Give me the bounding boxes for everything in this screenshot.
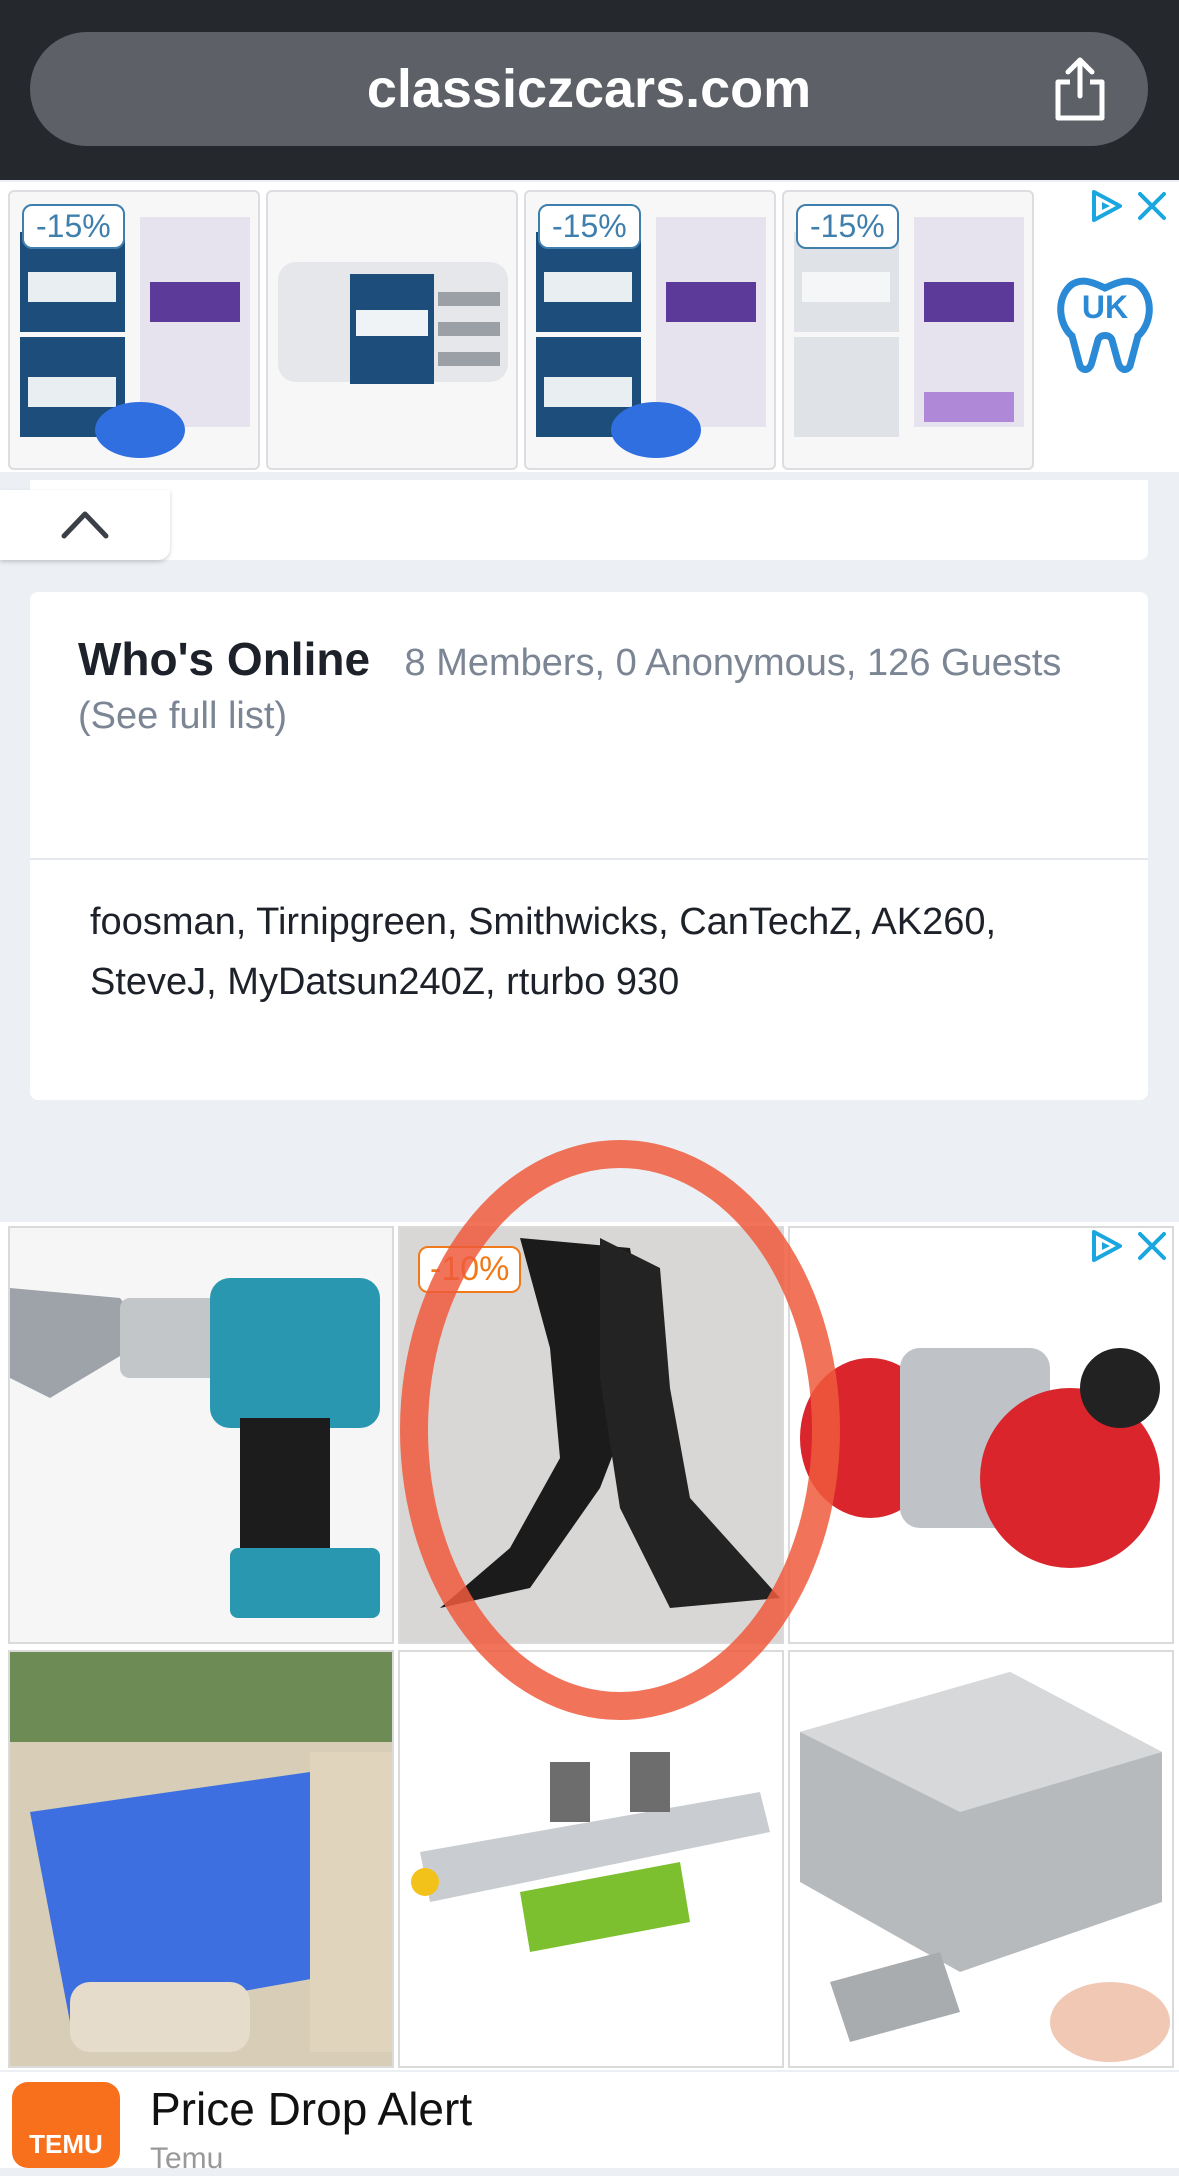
online-members-list[interactable]: foosman, Tirnipgreen, Smithwicks, CanTec… <box>90 892 1100 1012</box>
engine-image <box>790 1228 1172 1642</box>
divider <box>30 858 1148 860</box>
discount-badge: -15% <box>538 204 641 249</box>
mattress-image <box>10 1652 392 2066</box>
ad-product-card[interactable]: -15% <box>8 190 260 470</box>
discount-badge: -15% <box>22 204 125 249</box>
magnets-image <box>790 1652 1172 2066</box>
whos-online-title: Who's Online <box>78 633 371 685</box>
ad-choices-icon[interactable] <box>1088 188 1126 224</box>
annotation-circle <box>400 1140 840 1720</box>
close-icon[interactable] <box>1136 1230 1168 1262</box>
ad-product-card[interactable]: -15% <box>524 190 776 470</box>
discount-badge: -15% <box>796 204 899 249</box>
ad-tile-mattress[interactable] <box>8 1650 394 2068</box>
ad-product-card[interactable]: -15% <box>782 190 1034 470</box>
online-stats: 8 Members, 0 Anonymous, 126 Guests <box>404 642 1062 684</box>
url-text[interactable]: classiczcars.com <box>30 32 1148 146</box>
notification-title: Price Drop Alert <box>150 2083 473 2135</box>
collapsed-panel <box>30 480 1148 560</box>
ad-tile-engine[interactable] <box>788 1226 1174 1644</box>
address-bar[interactable]: classiczcars.com <box>30 32 1148 146</box>
ad-product-card[interactable] <box>266 190 518 470</box>
temu-logo: TEMU <box>12 2082 120 2168</box>
ad-tile-drill[interactable] <box>8 1226 394 1644</box>
drill-image <box>10 1278 380 1618</box>
chevron-up-icon[interactable] <box>60 508 110 540</box>
dental-logo-icon[interactable]: UK <box>1050 266 1160 376</box>
share-icon[interactable] <box>1050 56 1110 122</box>
svg-text:UK: UK <box>1082 289 1128 325</box>
notification-banner[interactable]: TEMU Price Drop Alert Temu <box>0 2072 1179 2175</box>
ad-tile-magnets[interactable] <box>788 1650 1174 2068</box>
see-full-list-link[interactable]: (See full list) <box>78 695 1098 738</box>
ad-choices-icon[interactable] <box>1088 1228 1126 1264</box>
temu-logo-text: TEMU <box>29 2129 103 2159</box>
ad-banner-top[interactable]: -15% -15% -15% UK <box>0 182 1179 472</box>
philips-zoom-image <box>278 262 508 384</box>
collapse-toggle[interactable] <box>0 490 170 560</box>
whos-online-panel: Who's Online 8 Members, 0 Anonymous, 126… <box>30 592 1148 1100</box>
browser-toolbar: classiczcars.com <box>0 0 1179 180</box>
close-icon[interactable] <box>1136 190 1168 222</box>
notification-subtitle: Temu <box>150 2142 224 2175</box>
